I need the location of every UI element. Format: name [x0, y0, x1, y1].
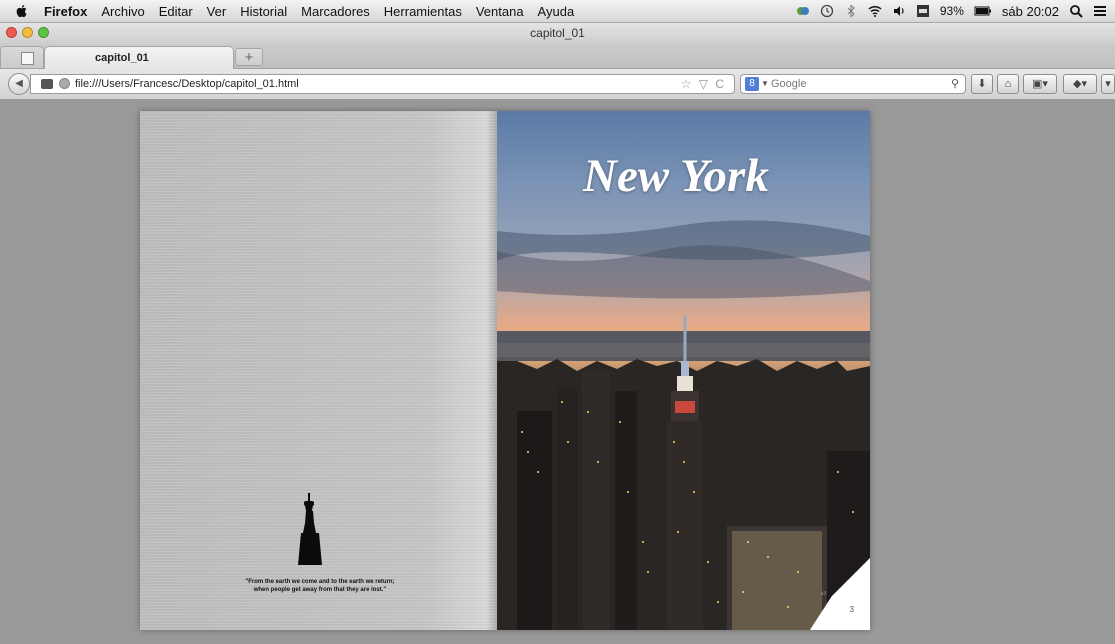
- navigation-toolbar: ◀ file:///Users/Francesc/Desktop/capitol…: [0, 69, 1115, 100]
- back-button[interactable]: ◀: [8, 73, 30, 95]
- page-viewport: "From the earth we come and to the earth…: [0, 100, 1115, 644]
- mac-menubar: Firefox Archivo Editar Ver Historial Mar…: [0, 0, 1115, 23]
- home-button[interactable]: ⌂: [997, 74, 1019, 94]
- search-bar[interactable]: 8 ▼ Google ⚲: [740, 74, 966, 94]
- quote-line-2: when people get away from that they are …: [253, 587, 387, 593]
- screen-icon: ▣▾: [1032, 78, 1048, 90]
- addon-icon: ◆▾: [1073, 78, 1087, 90]
- left-page: "From the earth we come and to the earth…: [140, 111, 497, 630]
- close-window-button[interactable]: [6, 27, 17, 38]
- site-identity-icon[interactable]: [59, 78, 70, 89]
- menubar-clock[interactable]: sáb 20:02: [1002, 4, 1059, 19]
- menu-firefox[interactable]: Firefox: [44, 4, 87, 19]
- downloads-button[interactable]: ⬇: [971, 74, 993, 94]
- menu-archivo[interactable]: Archivo: [101, 4, 144, 19]
- new-tab-button[interactable]: +: [235, 48, 263, 66]
- statue-of-liberty-icon: [298, 493, 322, 565]
- blank-page-icon: [21, 52, 34, 65]
- google-engine-icon[interactable]: 8: [745, 77, 759, 91]
- screenshot-button[interactable]: ▣▾: [1023, 74, 1057, 94]
- time-machine-icon[interactable]: [820, 4, 834, 18]
- zoom-window-button[interactable]: [38, 27, 49, 38]
- url-text[interactable]: file:///Users/Francesc/Desktop/capitol_0…: [75, 75, 299, 93]
- back-arrow-icon: ◀: [15, 78, 23, 89]
- spotlight-search-icon[interactable]: [1069, 4, 1083, 18]
- page-number: 3: [849, 605, 854, 614]
- page-curl-label: s3: [820, 591, 826, 597]
- url-bar[interactable]: file:///Users/Francesc/Desktop/capitol_0…: [30, 74, 735, 94]
- bookmarks-icon[interactable]: [41, 79, 53, 89]
- input-source-icon[interactable]: [916, 4, 930, 18]
- engine-dropdown-icon[interactable]: ▼: [761, 75, 769, 93]
- tab-capitol-01[interactable]: capitol_01: [44, 46, 234, 69]
- menu-ayuda[interactable]: Ayuda: [538, 4, 575, 19]
- document-title: New York: [583, 150, 769, 202]
- quote-text: "From the earth we come and to the earth…: [200, 578, 440, 594]
- menu-marcadores[interactable]: Marcadores: [301, 4, 370, 19]
- quote-line-1: "From the earth we come and to the earth…: [245, 579, 395, 585]
- bluetooth-icon[interactable]: [844, 4, 858, 18]
- search-icon[interactable]: ⚲: [951, 75, 959, 93]
- menu-editar[interactable]: Editar: [159, 4, 193, 19]
- volume-icon[interactable]: [892, 4, 906, 18]
- battery-icon[interactable]: [974, 4, 992, 18]
- download-arrow-icon: ⬇: [977, 78, 987, 90]
- book-spread: "From the earth we come and to the earth…: [140, 111, 870, 630]
- tab-strip: capitol_01 +: [0, 43, 1115, 69]
- tab-pinned[interactable]: [0, 46, 44, 68]
- addon-button[interactable]: ◆▾: [1063, 74, 1097, 94]
- search-input[interactable]: Google: [771, 75, 806, 93]
- home-icon: ⌂: [1004, 78, 1012, 90]
- menu-historial[interactable]: Historial: [240, 4, 287, 19]
- window-controls: [6, 27, 49, 38]
- notification-center-icon[interactable]: [1093, 4, 1107, 18]
- window-titlebar: capitol_01: [0, 23, 1115, 43]
- wifi-icon[interactable]: [868, 4, 882, 18]
- chevron-down-icon: ▾: [1105, 78, 1111, 90]
- window-title: capitol_01: [530, 26, 585, 40]
- url-actions[interactable]: ☆ ▽ C: [681, 75, 726, 93]
- right-page: New York s3 3: [497, 111, 870, 630]
- apple-menu-icon[interactable]: [14, 3, 30, 19]
- app-status-icon[interactable]: [796, 4, 810, 18]
- page-curl-corner[interactable]: [810, 558, 870, 630]
- battery-percent: 93%: [939, 4, 964, 18]
- menu-ver[interactable]: Ver: [207, 4, 227, 19]
- menu-ventana[interactable]: Ventana: [476, 4, 524, 19]
- minimize-window-button[interactable]: [22, 27, 33, 38]
- menubar-status-area: 93% sáb 20:02: [796, 0, 1107, 22]
- menu-herramientas[interactable]: Herramientas: [384, 4, 462, 19]
- toolbar-overflow-button[interactable]: ▾: [1101, 74, 1115, 94]
